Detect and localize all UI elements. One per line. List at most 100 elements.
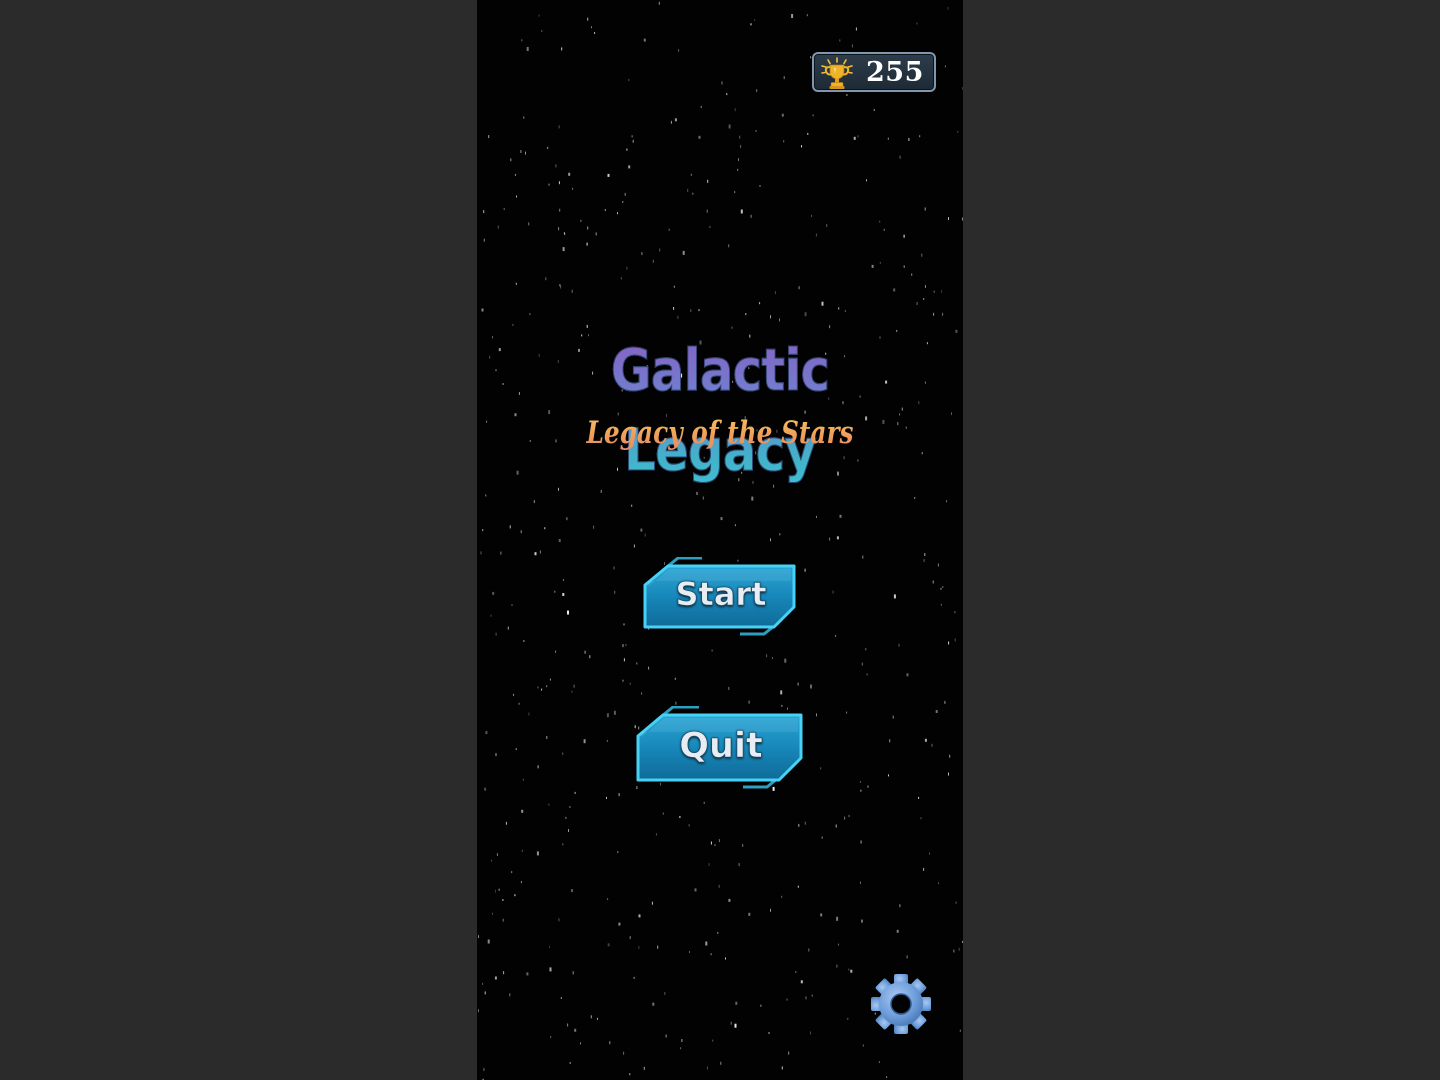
star [568, 172, 571, 176]
star [544, 527, 546, 530]
star [933, 312, 935, 316]
start-button[interactable]: Start [640, 557, 802, 637]
star [779, 318, 780, 322]
star [522, 778, 524, 781]
star [903, 234, 905, 238]
star [587, 226, 589, 230]
star [648, 666, 650, 670]
star [712, 1039, 714, 1042]
star [497, 225, 499, 229]
star [772, 657, 773, 659]
star [622, 679, 624, 682]
star [709, 225, 711, 228]
star [516, 195, 517, 198]
star [690, 309, 692, 313]
star [903, 265, 905, 268]
star [924, 738, 927, 742]
quit-button[interactable]: Quit [633, 706, 809, 790]
starfield-background [478, 1, 963, 1080]
star [750, 214, 752, 218]
star [632, 139, 634, 143]
star [559, 284, 561, 287]
star [962, 217, 963, 221]
star [580, 1042, 581, 1045]
star [502, 383, 504, 385]
star [547, 146, 549, 149]
star [836, 536, 839, 540]
star [720, 1061, 722, 1065]
star [759, 185, 761, 187]
game-screen: 255 Galactic Legacy Legacy of the Stars … [477, 0, 963, 1080]
star [748, 700, 750, 704]
star [698, 135, 701, 139]
star [804, 312, 807, 317]
star [617, 851, 619, 854]
star [562, 752, 564, 755]
star [920, 817, 922, 820]
star [924, 553, 926, 556]
star [738, 863, 740, 867]
star [564, 233, 566, 236]
game-subtitle: Legacy of the Stars [526, 410, 915, 456]
star [492, 591, 495, 595]
star [837, 943, 839, 946]
settings-button[interactable] [869, 972, 933, 1036]
star [740, 144, 742, 148]
star [626, 266, 628, 270]
star [774, 291, 776, 295]
star [558, 181, 560, 185]
star [811, 214, 813, 217]
star [586, 242, 588, 246]
star [500, 551, 502, 555]
star [938, 882, 939, 885]
star [835, 824, 837, 828]
star [948, 217, 949, 221]
star [526, 972, 529, 976]
star [521, 39, 523, 42]
gear-icon [871, 974, 931, 1034]
star [496, 853, 498, 857]
star [708, 863, 710, 866]
star [801, 145, 802, 148]
star [941, 289, 943, 293]
star [523, 640, 525, 642]
star [946, 500, 948, 503]
star [720, 517, 723, 521]
star [566, 517, 568, 521]
star [797, 682, 799, 686]
star [710, 953, 712, 956]
star [770, 315, 771, 319]
star [940, 587, 942, 590]
star [798, 286, 800, 290]
star [779, 533, 781, 536]
star [899, 904, 901, 908]
star [597, 1017, 598, 1020]
star [838, 307, 840, 310]
star [561, 47, 563, 51]
star [510, 158, 512, 162]
star [633, 544, 635, 548]
star [514, 894, 516, 897]
star [839, 514, 842, 518]
star [628, 79, 630, 81]
star [949, 754, 951, 758]
star [696, 491, 698, 495]
star [800, 980, 803, 984]
star [498, 888, 500, 891]
star [871, 264, 874, 268]
star [668, 228, 670, 231]
star [944, 700, 946, 704]
star [478, 1009, 479, 1013]
star [862, 1044, 864, 1047]
star [734, 108, 736, 112]
star [847, 1017, 849, 1020]
star [836, 916, 839, 921]
star [485, 494, 487, 497]
star [690, 173, 692, 176]
star [786, 998, 788, 1001]
star [536, 851, 539, 856]
star [804, 568, 806, 572]
star [502, 899, 504, 901]
star [820, 913, 823, 917]
star [721, 81, 723, 85]
